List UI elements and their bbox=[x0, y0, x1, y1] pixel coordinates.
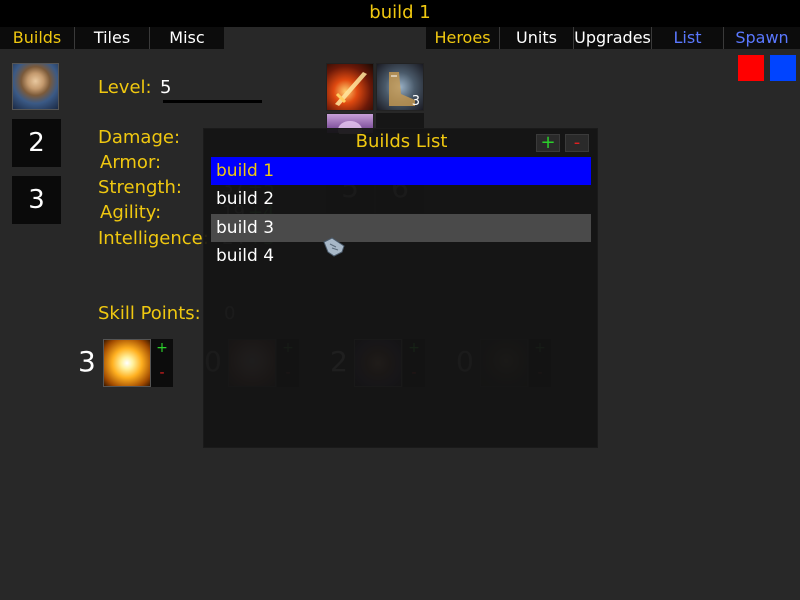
hero-box-1: 2 bbox=[12, 119, 61, 167]
item-charges: 3 bbox=[411, 94, 420, 109]
skill-1-minus[interactable]: - bbox=[151, 365, 173, 381]
damage-label: Damage: bbox=[98, 127, 181, 148]
skill-1-controls: + - bbox=[151, 339, 173, 387]
build-row-1[interactable]: build 1 bbox=[211, 157, 591, 185]
tab-upgrades[interactable]: Upgrades bbox=[574, 27, 652, 49]
tab-heroes[interactable]: Heroes bbox=[426, 27, 500, 49]
player-color-red[interactable] bbox=[738, 55, 764, 81]
intelligence-label: Intelligence: bbox=[98, 228, 209, 249]
tab-list[interactable]: List bbox=[652, 27, 724, 49]
agility-label: Agility: bbox=[100, 202, 162, 223]
sword-icon bbox=[335, 72, 367, 106]
build-row-3[interactable]: build 3 bbox=[211, 214, 591, 242]
player-color-blue[interactable] bbox=[770, 55, 796, 81]
skill-1-level: 3 bbox=[78, 345, 96, 378]
hero-portrait[interactable] bbox=[12, 63, 59, 110]
tab-misc[interactable]: Misc bbox=[150, 27, 224, 49]
tab-tiles[interactable]: Tiles bbox=[75, 27, 150, 49]
builds-list-dialog: Builds List + - build 1 build 2 build 3 … bbox=[203, 128, 598, 448]
level-label: Level: bbox=[98, 77, 152, 98]
strength-label: Strength: bbox=[98, 177, 182, 198]
tab-builds[interactable]: Builds bbox=[0, 27, 75, 49]
skill-1-plus[interactable]: + bbox=[151, 340, 173, 356]
armor-label: Armor: bbox=[100, 152, 162, 173]
build-row-4[interactable]: build 4 bbox=[211, 242, 591, 270]
nav-left: Builds Tiles Misc bbox=[0, 27, 224, 49]
hero-box-2: 3 bbox=[12, 176, 61, 224]
build-title: build 1 bbox=[0, 0, 800, 27]
item-slot-2[interactable]: 3 bbox=[376, 63, 424, 111]
item-slot-1[interactable] bbox=[326, 63, 374, 111]
tab-spawn[interactable]: Spawn bbox=[724, 27, 800, 49]
add-build-button[interactable]: + bbox=[536, 134, 560, 152]
level-underline bbox=[163, 100, 262, 103]
remove-build-button[interactable]: - bbox=[565, 134, 589, 152]
gauntlet-cursor-icon bbox=[323, 237, 345, 257]
holy-light-icon[interactable] bbox=[103, 339, 151, 387]
tab-units[interactable]: Units bbox=[500, 27, 574, 49]
level-value[interactable]: 5 bbox=[160, 77, 171, 98]
skill-points-label: Skill Points: bbox=[98, 303, 201, 324]
nav-right: Heroes Units Upgrades List Spawn bbox=[426, 27, 800, 49]
build-row-2[interactable]: build 2 bbox=[211, 185, 591, 213]
